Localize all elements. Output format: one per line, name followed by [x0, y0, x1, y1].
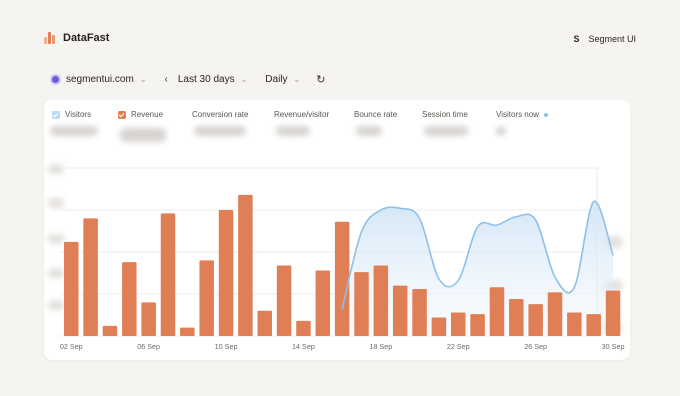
revenue-bar	[509, 299, 524, 336]
period-selector[interactable]: Last 30 days	[178, 74, 235, 85]
x-tick-label: 14 Sep	[292, 342, 315, 351]
revenue-bar	[102, 325, 118, 336]
revenue-bar	[489, 287, 505, 336]
bar-logo-icon	[44, 32, 57, 44]
revenue-bar	[373, 265, 389, 336]
revenue-bar	[238, 194, 253, 336]
x-tick-label: 18 Sep	[369, 342, 392, 351]
revenue-bar	[528, 304, 543, 336]
x-tick-label: 30 Sep	[602, 342, 625, 351]
globe-icon	[50, 73, 61, 85]
app-name: DataFast	[63, 32, 110, 44]
x-tick-label: 06 Sep	[137, 342, 160, 351]
user-name: Segment UI	[588, 34, 636, 44]
revenue-bar	[276, 265, 292, 336]
revenue-bar	[392, 285, 408, 336]
revenue-bar	[180, 327, 195, 336]
user-menu[interactable]: S Segment UI	[573, 34, 636, 44]
revenue-bar	[431, 317, 447, 336]
revenue-bar	[586, 314, 601, 336]
chart-svg: 02 Sep 06 Sep 10 Sep 14 Sep 18 Sep 22 Sep 26 S…	[60, 166, 625, 351]
revenue-bar	[199, 260, 214, 336]
revenue-bar	[122, 262, 137, 336]
revenue-bar	[64, 241, 79, 336]
revenue-bar	[334, 221, 350, 336]
refresh-icon[interactable]: ↻	[316, 73, 325, 86]
top-bar: DataFast S Segment UI	[44, 30, 636, 50]
revenue-bar	[451, 312, 466, 336]
revenue-bar	[567, 312, 582, 336]
x-tick-label: 26 Sep	[524, 342, 547, 351]
chevron-left-icon[interactable]: ‹	[165, 74, 168, 85]
revenue-bar	[470, 314, 485, 336]
revenue-bar	[605, 290, 621, 336]
revenue-bar	[315, 270, 331, 336]
chevron-down-icon[interactable]: ⌄	[294, 75, 301, 84]
revenue-bar	[547, 292, 563, 336]
app-logo[interactable]: DataFast	[44, 32, 109, 44]
chevron-down-icon[interactable]: ⌄	[140, 75, 147, 84]
revenue-bar	[160, 213, 176, 336]
revenue-bar	[257, 310, 272, 336]
x-tick-label: 02 Sep	[60, 342, 83, 351]
revenue-bar	[296, 320, 311, 336]
chevron-down-icon[interactable]: ⌄	[241, 75, 248, 84]
filter-bar: segmentui.com ⌄ ‹ Last 30 days ⌄ Daily ⌄…	[50, 70, 325, 88]
granularity-selector[interactable]: Daily	[265, 74, 287, 85]
x-tick-label: 10 Sep	[215, 342, 238, 351]
revenue-bar	[141, 302, 156, 336]
revenue-bar	[83, 218, 98, 336]
x-tick-label: 22 Sep	[447, 342, 470, 351]
revenue-bar	[218, 210, 234, 336]
revenue-bar	[412, 288, 427, 336]
analytics-card: Visitors Revenue Conversion rate Revenue…	[44, 100, 630, 360]
site-selector[interactable]: segmentui.com	[66, 74, 134, 85]
revenue-bar	[354, 272, 369, 336]
user-initial: S	[573, 34, 580, 44]
